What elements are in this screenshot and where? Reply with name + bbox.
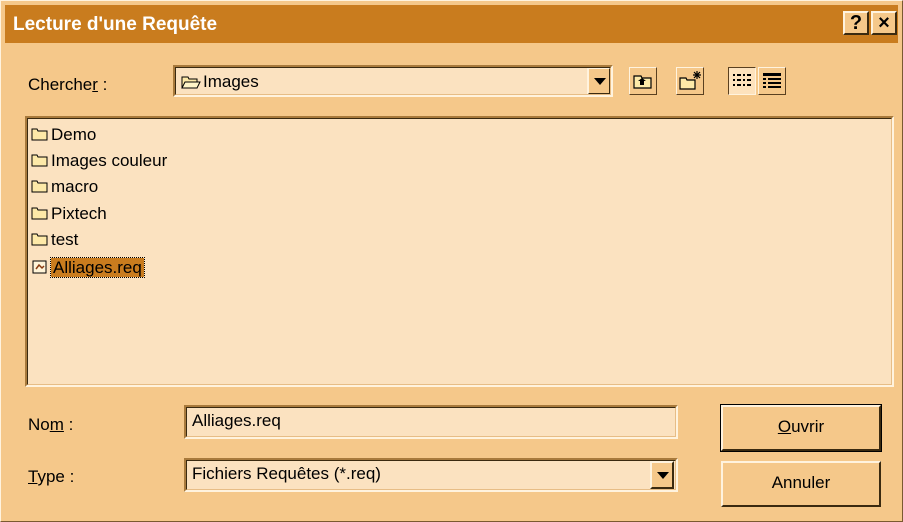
look-in-dropdown-button[interactable] (587, 67, 611, 95)
list-item-images-couleur[interactable]: Images couleur (31, 149, 167, 173)
folder-icon (31, 128, 48, 141)
details-view-icon (763, 73, 781, 88)
look-in-label: Chercher : (28, 75, 108, 94)
list-item-macro[interactable]: macro (31, 175, 98, 199)
up-one-level-button[interactable] (629, 67, 657, 95)
close-button[interactable]: × (871, 11, 897, 35)
file-name-value: Alliages.req (192, 411, 281, 430)
look-in-select[interactable]: Images (173, 65, 613, 97)
list-item-alliages-req[interactable]: Alliages.req (31, 256, 145, 280)
file-list[interactable]: Demo Images couleur macro Pixtech test A… (25, 116, 894, 387)
new-folder-icon (679, 71, 701, 90)
look-in-value: Images (203, 72, 259, 91)
file-type-dropdown-button[interactable] (650, 461, 674, 489)
request-file-icon (32, 260, 47, 274)
dialog-title: Lecture d'une Requête (13, 14, 218, 35)
open-folder-icon (181, 76, 201, 89)
folder-icon (31, 180, 48, 193)
title-bar: Lecture d'une Requête ? × (5, 5, 898, 43)
name-label: Nom : (28, 415, 74, 434)
list-view-button[interactable] (728, 67, 756, 95)
list-item-test[interactable]: test (31, 228, 78, 252)
file-type-select[interactable]: Fichiers Requêtes (*.req) (184, 458, 678, 492)
folder-icon (31, 154, 48, 167)
help-button[interactable]: ? (843, 11, 869, 35)
list-item-demo[interactable]: Demo (31, 123, 96, 147)
list-item-pixtech[interactable]: Pixtech (31, 202, 107, 226)
folder-icon (31, 207, 48, 220)
file-name-input[interactable]: Alliages.req (184, 405, 678, 439)
open-request-dialog: Lecture d'une Requête ? × Chercher : Ima… (0, 0, 903, 522)
up-folder-icon (633, 75, 652, 89)
type-label: Type : (28, 467, 75, 486)
new-folder-button[interactable] (676, 67, 704, 95)
folder-icon (31, 233, 48, 246)
cancel-button[interactable]: Annuler (721, 461, 881, 507)
details-view-button[interactable] (758, 67, 786, 95)
open-button[interactable]: Ouvrir (720, 404, 882, 452)
file-type-value: Fichiers Requêtes (*.req) (192, 464, 381, 483)
list-view-icon (733, 74, 751, 86)
